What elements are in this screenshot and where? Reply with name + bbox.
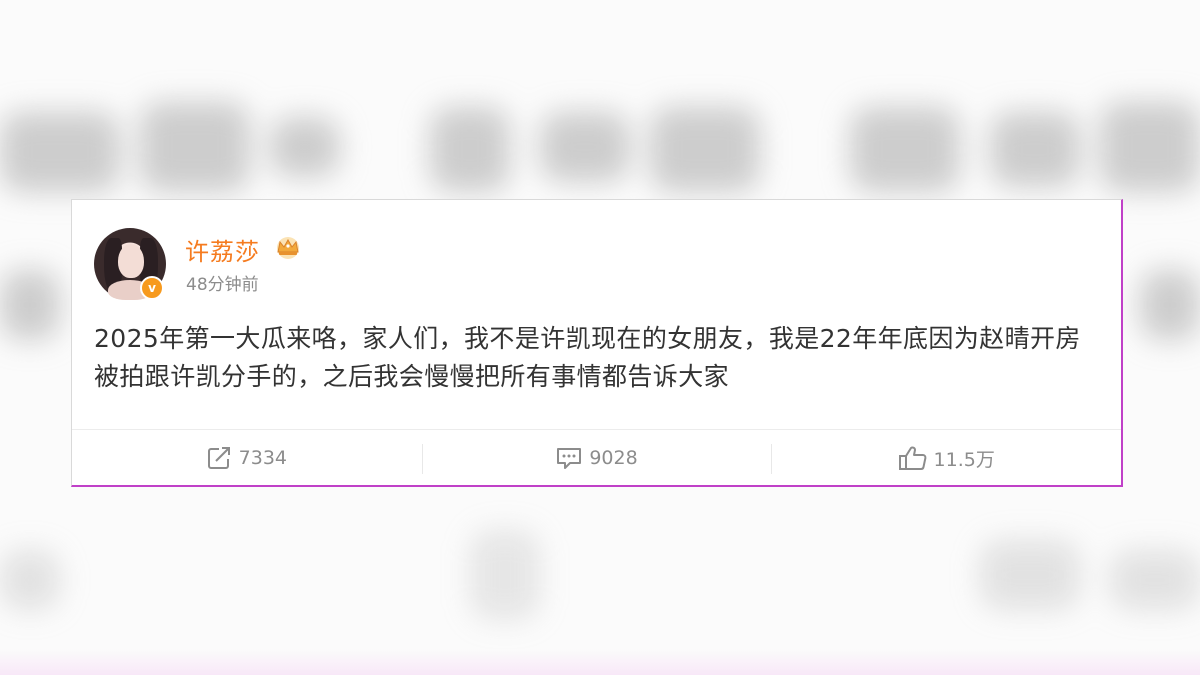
repost-count: 7334: [238, 447, 288, 469]
avatar[interactable]: v: [94, 228, 166, 300]
comment-count: 9028: [589, 447, 638, 469]
verified-v-icon: v: [140, 276, 164, 300]
blurred-background-bottom: [0, 520, 1200, 640]
thumbs-up-icon: [898, 446, 926, 470]
bottom-pink-strip: [0, 649, 1200, 675]
repost-button[interactable]: 7334: [72, 430, 422, 486]
like-count: 11.5万: [933, 448, 995, 471]
post-time: 48分钟前: [186, 275, 259, 295]
weibo-post-card: v 许荔莎 48分钟前 2025年第一大瓜来咯，家人们，我不是许凯现在的女朋友，…: [71, 199, 1123, 487]
crown-icon: [277, 237, 299, 259]
username[interactable]: 许荔莎: [185, 232, 260, 267]
blurred-background-top: [0, 92, 1200, 212]
screenshot-stage: v 许荔莎 48分钟前 2025年第一大瓜来咯，家人们，我不是许凯现在的女朋友，…: [0, 0, 1200, 675]
comment-icon: [557, 448, 582, 469]
post-content: 2025年第一大瓜来咯，家人们，我不是许凯现在的女朋友，我是22年年底因为赵晴开…: [94, 324, 1081, 391]
comment-button[interactable]: 9028: [421, 430, 772, 486]
action-bar: 7334 9028 11.5万: [72, 430, 1121, 486]
like-button[interactable]: 11.5万: [771, 430, 1121, 486]
repost-icon: [207, 447, 230, 469]
